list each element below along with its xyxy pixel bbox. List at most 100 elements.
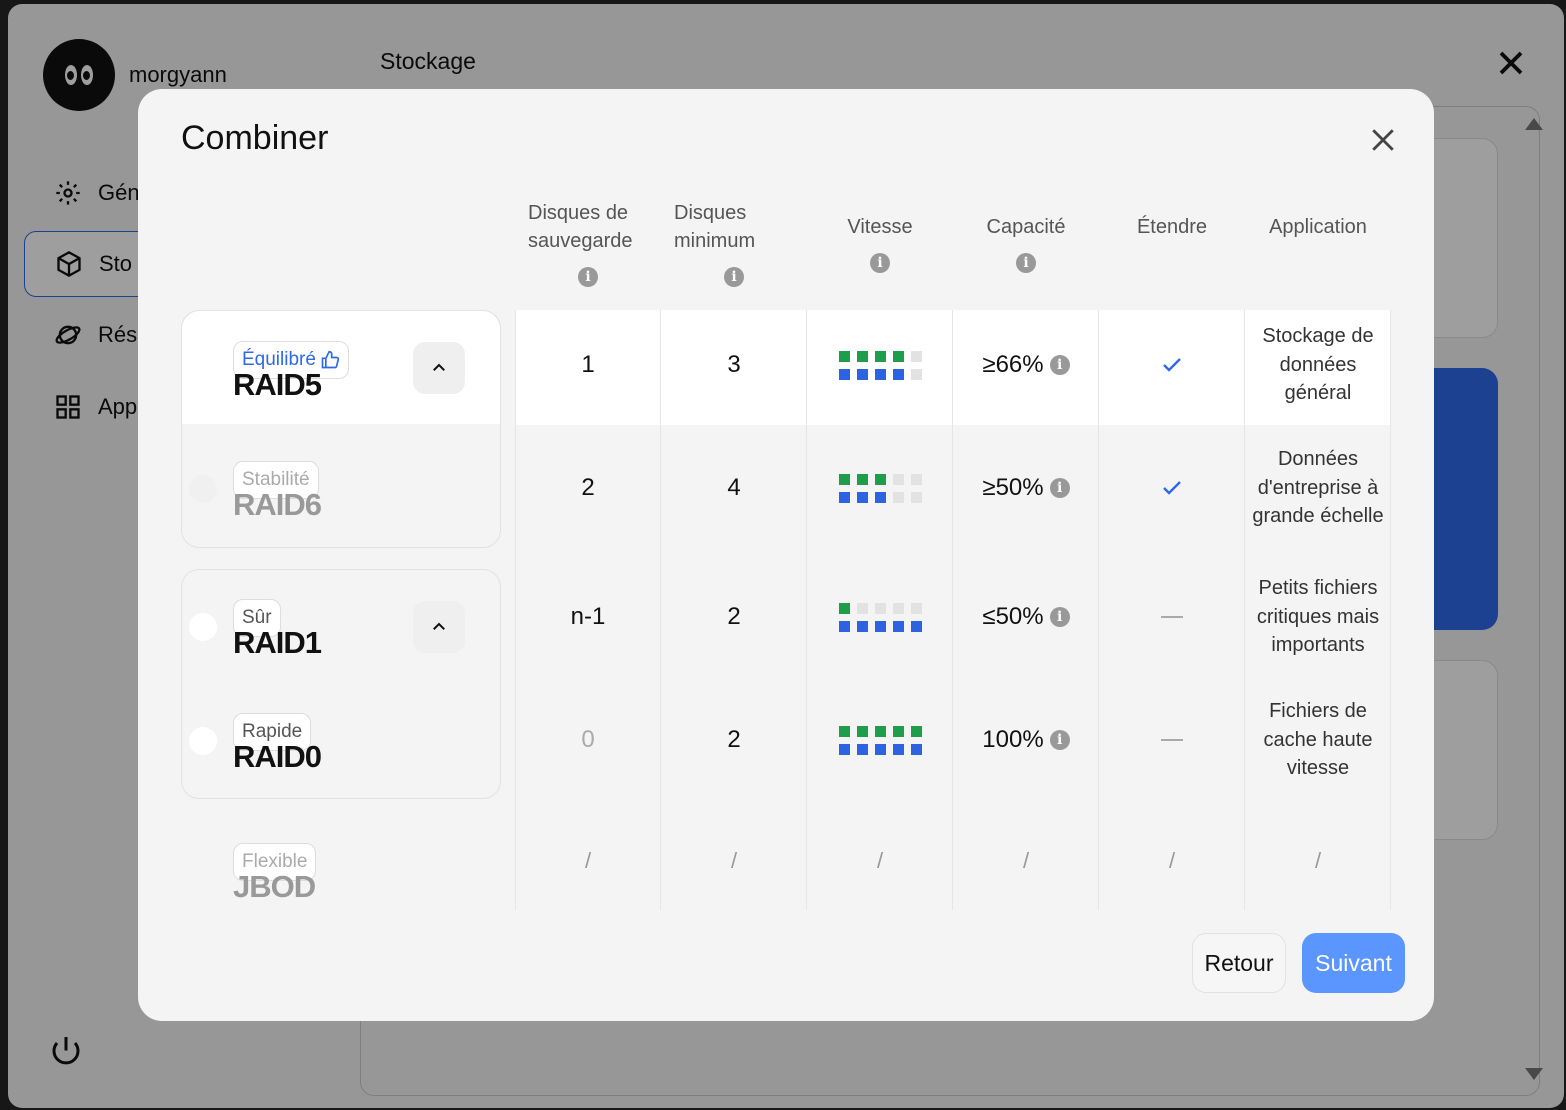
speed-indicator xyxy=(838,725,922,755)
speed-bar-filled xyxy=(856,368,868,380)
speed-bar-filled xyxy=(856,491,868,503)
speed-cell: / xyxy=(807,806,953,916)
speed-bar-filled xyxy=(874,743,886,755)
capacity-value: ≤50% xyxy=(982,603,1044,630)
speed-bar-filled xyxy=(856,725,868,737)
application-text: Données d'entreprise à grande échelle xyxy=(1252,448,1384,528)
dash-icon xyxy=(1161,616,1183,618)
extend-cell xyxy=(1099,685,1245,795)
speed-bar-filled xyxy=(838,620,850,632)
extend-value: / xyxy=(1168,848,1176,873)
info-icon[interactable]: i xyxy=(724,267,744,287)
column-header: Capacité i xyxy=(953,213,1099,273)
speed-bar-filled xyxy=(838,491,850,503)
column-header-label: Étendre xyxy=(1136,216,1208,238)
min-cell: 3 xyxy=(661,310,807,420)
speed-bar-empty xyxy=(910,602,922,614)
speed-bar-filled xyxy=(910,620,922,632)
info-icon[interactable]: i xyxy=(578,267,598,287)
backup-value: n-1 xyxy=(570,603,606,630)
speed-bar-empty xyxy=(910,350,922,362)
backup-value: 1 xyxy=(581,351,595,378)
raid-radio-button[interactable] xyxy=(189,613,217,641)
chevron-up-icon xyxy=(433,622,445,630)
min-cell: / xyxy=(661,806,807,916)
capacity-cell: ≥66% i xyxy=(953,310,1099,420)
extend-cell xyxy=(1099,310,1245,420)
speed-bar-filled xyxy=(892,620,904,632)
min-value: 2 xyxy=(727,603,741,630)
thumbs-up-icon xyxy=(321,350,340,369)
raid-radio-button[interactable] xyxy=(189,354,217,382)
speed-bar-filled xyxy=(874,350,886,362)
column-header-label: Capacité xyxy=(986,216,1066,238)
min-value: 2 xyxy=(727,726,741,753)
check-icon xyxy=(1163,358,1181,372)
speed-indicator xyxy=(838,350,922,380)
application-cell: / xyxy=(1245,806,1391,916)
speed-cell xyxy=(807,433,953,543)
backup-cell: 2 xyxy=(515,433,661,543)
min-cell: 2 xyxy=(661,685,807,795)
speed-cell xyxy=(807,310,953,420)
raid-level-name: RAID5 xyxy=(233,367,322,402)
capacity-cell: 100% i xyxy=(953,685,1099,795)
chevron-up-icon xyxy=(433,363,445,371)
column-header-label: Vitesse xyxy=(847,216,913,238)
speed-cell xyxy=(807,685,953,795)
raid-level-name: JBOD xyxy=(233,869,316,904)
extend-cell xyxy=(1099,562,1245,672)
application-text: Fichiers de cache haute vitesse xyxy=(1263,700,1373,780)
dash-icon xyxy=(1161,739,1183,741)
raid-radio-button[interactable] xyxy=(189,475,217,503)
back-button[interactable]: Retour xyxy=(1192,933,1286,993)
column-header: Étendre xyxy=(1099,213,1245,241)
info-icon[interactable]: i xyxy=(1049,355,1070,375)
speed-bar-filled xyxy=(910,743,922,755)
speed-cell xyxy=(807,562,953,672)
raid-level-name: RAID0 xyxy=(233,739,322,774)
speed-bar-empty xyxy=(892,602,904,614)
info-icon[interactable]: i xyxy=(1049,478,1070,498)
speed-bar-empty xyxy=(910,491,922,503)
raid-radio-button[interactable] xyxy=(189,727,217,755)
speed-bar-filled xyxy=(838,602,850,614)
column-header-label: Disques de sauvegarde xyxy=(528,202,633,252)
info-icon[interactable]: i xyxy=(870,253,890,273)
info-icon[interactable]: i xyxy=(1049,607,1070,627)
min-value: 4 xyxy=(727,474,741,501)
info-icon[interactable]: i xyxy=(1049,730,1070,750)
capacity-cell: ≤50% i xyxy=(953,562,1099,672)
speed-bar-empty xyxy=(892,473,904,485)
column-header: Disques minimum i xyxy=(661,199,807,287)
column-header-label: Disques minimum xyxy=(674,202,756,252)
speed-bar-empty xyxy=(874,602,886,614)
min-value: 3 xyxy=(727,351,741,378)
speed-bar-filled xyxy=(856,743,868,755)
application-text: Stockage de données général xyxy=(1262,325,1374,405)
speed-bar-filled xyxy=(874,473,886,485)
speed-bar-empty xyxy=(910,473,922,485)
min-cell: 2 xyxy=(661,562,807,672)
close-icon[interactable] xyxy=(1370,127,1396,153)
speed-bar-filled xyxy=(892,725,904,737)
collapse-button[interactable] xyxy=(413,601,465,653)
dialog-title: Combiner xyxy=(181,119,329,157)
info-icon[interactable]: i xyxy=(1016,253,1036,273)
next-button[interactable]: Suivant xyxy=(1302,933,1405,993)
speed-bar-filled xyxy=(874,725,886,737)
backup-cell: 1 xyxy=(515,310,661,420)
combine-dialog: Combiner Disques de sauvegarde i Disques m… xyxy=(138,89,1434,1021)
speed-bar-filled xyxy=(892,350,904,362)
application-cell: Fichiers de cache haute vitesse xyxy=(1245,685,1391,795)
speed-bar-filled xyxy=(856,473,868,485)
collapse-button[interactable] xyxy=(413,342,465,394)
application-cell: Petits fichiers critiques mais important… xyxy=(1245,562,1391,672)
application-cell: Stockage de données général xyxy=(1245,310,1391,420)
speed-indicator xyxy=(838,473,922,503)
raid-level-name: RAID6 xyxy=(233,487,322,522)
speed-bar-empty xyxy=(856,602,868,614)
speed-bar-filled xyxy=(838,368,850,380)
speed-bar-filled xyxy=(910,725,922,737)
column-header: Vitesse i xyxy=(807,213,953,273)
